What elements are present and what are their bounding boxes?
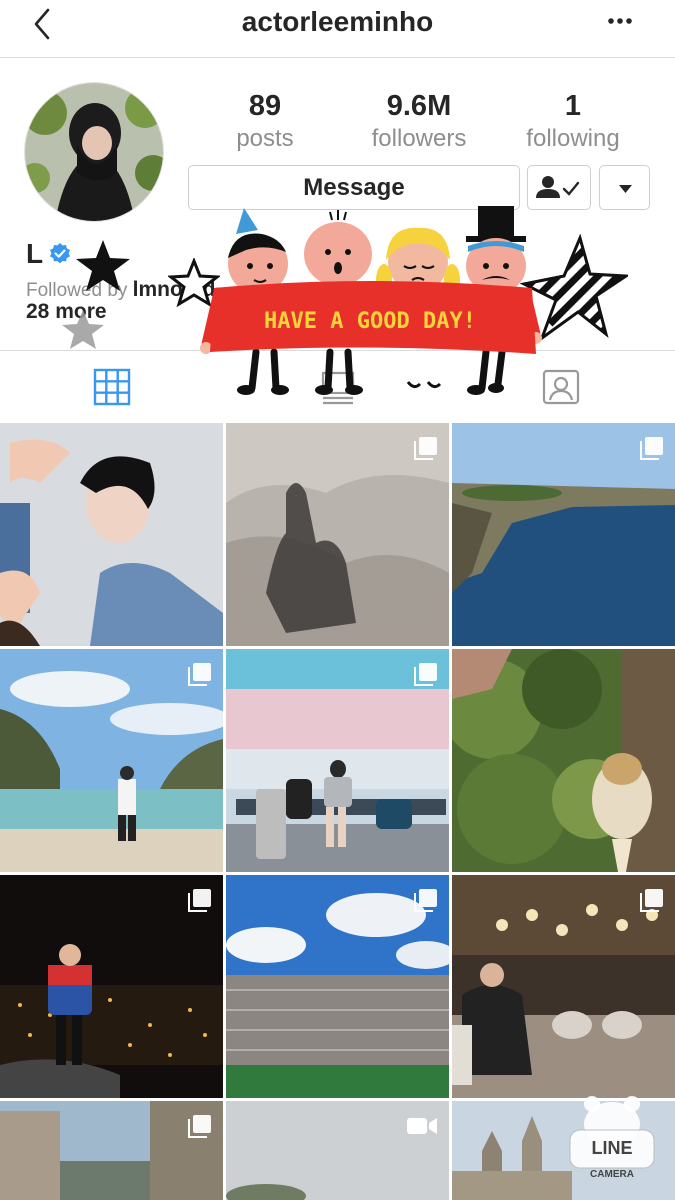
video-icon	[407, 1118, 437, 1134]
suggestions-dropdown-button[interactable]	[599, 165, 650, 210]
followers-label: followers	[371, 125, 467, 152]
post-thumbnail[interactable]	[226, 1101, 449, 1200]
post-thumbnail[interactable]	[0, 423, 223, 646]
profile-avatar[interactable]	[24, 82, 164, 222]
line-camera-watermark: LINE CAMERA	[569, 1096, 655, 1180]
multiple-photos-icon	[414, 889, 437, 912]
banner-text: HAVE A GOOD DAY!	[264, 309, 476, 334]
following-count: 1	[564, 90, 582, 122]
multiple-photos-icon	[188, 1115, 211, 1138]
grid-tab-icon[interactable]	[92, 367, 132, 407]
tagged-tab-icon[interactable]	[541, 367, 581, 407]
profile-username: actorleeminho	[241, 6, 434, 37]
post-thumbnail[interactable]	[452, 649, 675, 872]
post-thumbnail[interactable]	[226, 649, 449, 872]
followers-stat[interactable]: 9.6M followers	[344, 88, 494, 154]
more-options-icon[interactable]	[605, 6, 635, 36]
grey-star-sticker	[62, 310, 104, 349]
post-image	[0, 423, 223, 646]
posts-label: posts	[236, 125, 294, 152]
black-star-sticker	[76, 240, 130, 291]
caret-down-icon	[619, 185, 632, 193]
have-a-good-day-sticker: HAVE A GOOD DAY!	[200, 206, 542, 395]
post-image	[452, 649, 675, 872]
watermark-line-text: LINE	[591, 1138, 632, 1158]
multiple-photos-icon	[640, 889, 663, 912]
post-thumbnail[interactable]	[226, 423, 449, 646]
profile-name: L	[26, 238, 44, 269]
post-thumbnail[interactable]	[226, 875, 449, 1098]
multiple-photos-icon	[188, 889, 211, 912]
multiple-photos-icon	[188, 663, 211, 686]
post-thumbnail[interactable]	[0, 1101, 223, 1200]
following-label: following	[526, 125, 620, 152]
top-bar: actorleeminho	[0, 0, 675, 58]
multiple-photos-icon	[640, 437, 663, 460]
following-stat[interactable]: 1 following	[498, 88, 648, 154]
posts-count: 89	[248, 90, 282, 122]
watermark-camera-text: CAMERA	[590, 1169, 634, 1180]
post-thumbnail[interactable]	[0, 875, 223, 1098]
post-thumbnail[interactable]	[452, 423, 675, 646]
posts-stat[interactable]: 89 posts	[190, 88, 340, 154]
post-thumbnail[interactable]	[452, 875, 675, 1098]
multiple-photos-icon	[414, 663, 437, 686]
followers-count: 9.6M	[386, 90, 452, 122]
verified-badge-icon	[50, 243, 70, 264]
multiple-photos-icon	[414, 437, 437, 460]
post-thumbnail[interactable]	[0, 649, 223, 872]
